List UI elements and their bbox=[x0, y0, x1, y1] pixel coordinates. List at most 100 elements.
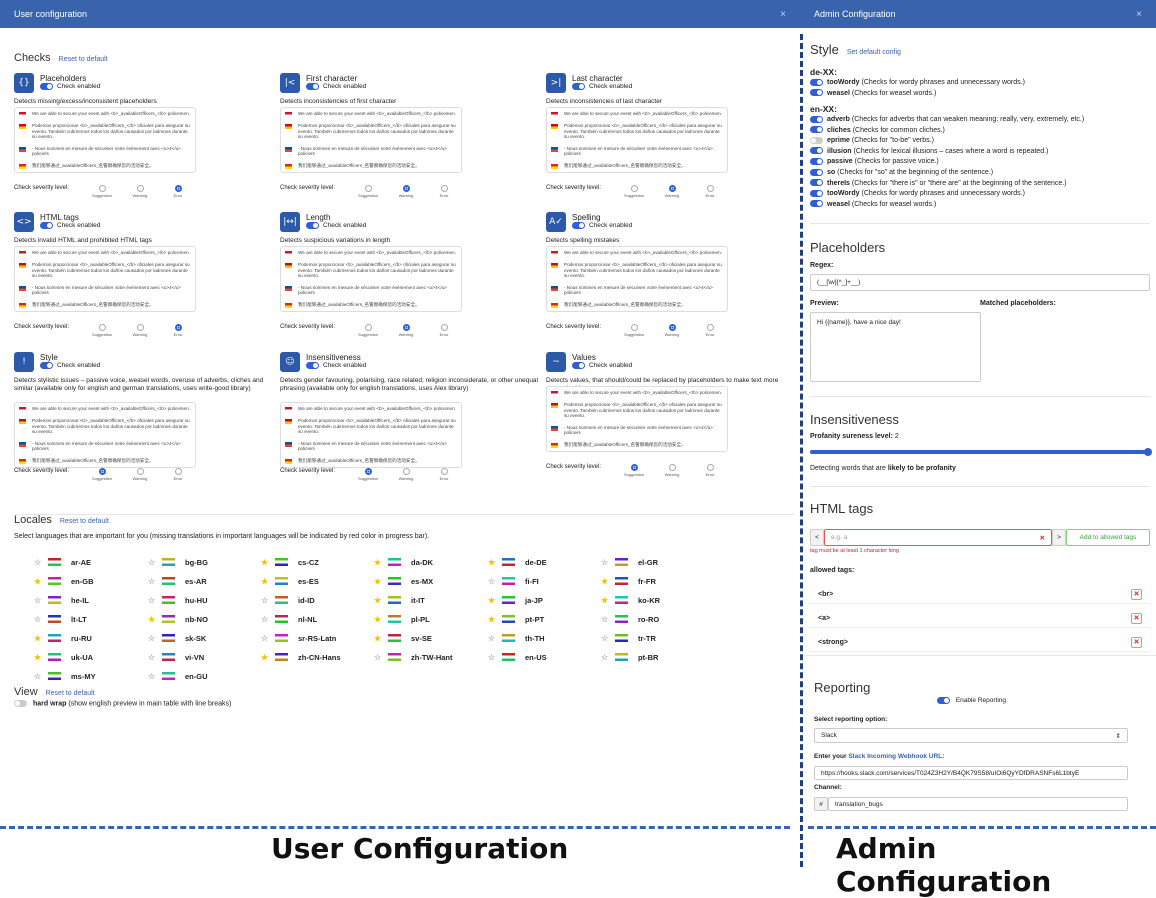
star-icon[interactable]: ☆ bbox=[148, 672, 158, 681]
severity-option-suggestion[interactable]: Suggestion bbox=[615, 464, 653, 477]
star-icon[interactable]: ☆ bbox=[261, 634, 271, 643]
radio-icon[interactable] bbox=[440, 468, 448, 475]
severity-option-suggestion[interactable]: Suggestion bbox=[83, 185, 121, 198]
severity-option-warning[interactable]: Warning bbox=[653, 464, 691, 477]
radio-icon[interactable] bbox=[98, 185, 106, 192]
hard-wrap-toggle[interactable] bbox=[14, 700, 27, 707]
radio-icon[interactable] bbox=[136, 185, 144, 192]
severity-option-suggestion[interactable]: Suggestion bbox=[349, 185, 387, 198]
rule-toggle[interactable] bbox=[810, 147, 823, 155]
locale-sk-sk[interactable]: ☆ sk-SK bbox=[148, 631, 260, 645]
star-icon[interactable]: ☆ bbox=[488, 634, 498, 643]
severity-option-warning[interactable]: Warning bbox=[653, 185, 691, 198]
locale-fr-fr[interactable]: ★ fr-FR bbox=[601, 574, 713, 588]
rule-toggle[interactable] bbox=[810, 158, 823, 166]
radio-icon[interactable] bbox=[706, 464, 714, 471]
enable-reporting-toggle[interactable] bbox=[937, 697, 950, 704]
chevron-left-icon[interactable]: < bbox=[810, 529, 824, 546]
locale-de-de[interactable]: ★ de-DE bbox=[488, 555, 600, 569]
clear-icon[interactable]: ✕ bbox=[1040, 534, 1045, 542]
radio-icon[interactable] bbox=[174, 324, 182, 331]
star-icon[interactable]: ★ bbox=[261, 558, 271, 567]
check-enabled-toggle[interactable] bbox=[306, 362, 319, 369]
channel-input[interactable]: translation_bugs bbox=[828, 797, 1128, 811]
rule-toggle[interactable] bbox=[810, 89, 823, 97]
star-icon[interactable]: ☆ bbox=[34, 596, 44, 605]
profanity-slider-handle[interactable] bbox=[1144, 448, 1152, 456]
check-enabled-toggle[interactable] bbox=[306, 83, 319, 90]
locale-es-ar[interactable]: ☆ es-AR bbox=[148, 574, 260, 588]
star-icon[interactable]: ★ bbox=[374, 558, 384, 567]
view-reset-link[interactable]: Reset to default bbox=[46, 690, 95, 697]
rule-toggle[interactable] bbox=[810, 179, 823, 187]
tag-input[interactable]: e.g. a ✕ bbox=[824, 529, 1052, 546]
radio-icon[interactable] bbox=[364, 468, 372, 475]
severity-option-suggestion[interactable]: Suggestion bbox=[615, 324, 653, 337]
locale-th-th[interactable]: ☆ th-TH bbox=[488, 631, 600, 645]
radio-icon[interactable] bbox=[402, 185, 410, 192]
severity-option-warning[interactable]: Warning bbox=[387, 324, 425, 337]
radio-icon[interactable] bbox=[668, 324, 676, 331]
locale-ja-jp[interactable]: ★ ja-JP bbox=[488, 593, 600, 607]
checks-reset-link[interactable]: Reset to default bbox=[59, 56, 108, 63]
check-enabled-toggle[interactable] bbox=[40, 362, 53, 369]
rule-toggle[interactable] bbox=[810, 115, 823, 123]
locale-en-gb[interactable]: ★ en-GB bbox=[34, 574, 146, 588]
locale-bg-bg[interactable]: ☆ bg-BG bbox=[148, 555, 260, 569]
severity-option-error[interactable]: Error bbox=[691, 324, 729, 337]
locale-hu-hu[interactable]: ☆ hu-HU bbox=[148, 593, 260, 607]
locale-el-gr[interactable]: ☆ el-GR bbox=[601, 555, 713, 569]
slack-webhook-link[interactable]: Slack Incoming Webhook URL bbox=[848, 753, 942, 760]
radio-icon[interactable] bbox=[668, 185, 676, 192]
star-icon[interactable]: ★ bbox=[261, 577, 271, 586]
close-icon[interactable]: × bbox=[780, 9, 786, 20]
star-icon[interactable]: ☆ bbox=[261, 596, 271, 605]
locale-cs-cz[interactable]: ★ cs-CZ bbox=[261, 555, 373, 569]
check-enabled-toggle[interactable] bbox=[572, 83, 585, 90]
star-icon[interactable]: ★ bbox=[374, 596, 384, 605]
star-icon[interactable]: ★ bbox=[34, 653, 44, 662]
locale-ko-kr[interactable]: ★ ko-KR bbox=[601, 593, 713, 607]
delete-icon[interactable]: ✕ bbox=[1131, 636, 1142, 648]
rule-toggle[interactable] bbox=[810, 78, 823, 86]
check-enabled-toggle[interactable] bbox=[40, 83, 53, 90]
locale-ro-ro[interactable]: ☆ ro-RO bbox=[601, 612, 713, 626]
check-enabled-toggle[interactable] bbox=[40, 222, 53, 229]
locale-tr-tr[interactable]: ☆ tr-TR bbox=[601, 631, 713, 645]
radio-icon[interactable] bbox=[706, 324, 714, 331]
severity-option-suggestion[interactable]: Suggestion bbox=[615, 185, 653, 198]
radio-icon[interactable] bbox=[402, 324, 410, 331]
radio-icon[interactable] bbox=[402, 468, 410, 475]
radio-icon[interactable] bbox=[630, 185, 638, 192]
severity-option-error[interactable]: Error bbox=[425, 468, 463, 481]
locale-it-it[interactable]: ★ it-IT bbox=[374, 593, 486, 607]
locale-uk-ua[interactable]: ★ uk-UA bbox=[34, 650, 146, 664]
star-icon[interactable]: ★ bbox=[601, 577, 611, 586]
radio-icon[interactable] bbox=[706, 185, 714, 192]
severity-option-error[interactable]: Error bbox=[425, 324, 463, 337]
locale-sv-se[interactable]: ★ sv-SE bbox=[374, 631, 486, 645]
locale-nl-nl[interactable]: ☆ nl-NL bbox=[261, 612, 373, 626]
rule-toggle[interactable] bbox=[810, 189, 823, 197]
radio-icon[interactable] bbox=[440, 324, 448, 331]
star-icon[interactable]: ☆ bbox=[601, 615, 611, 624]
check-enabled-toggle[interactable] bbox=[572, 222, 585, 229]
locales-reset-link[interactable]: Reset to default bbox=[60, 518, 109, 525]
severity-option-warning[interactable]: Warning bbox=[121, 324, 159, 337]
radio-icon[interactable] bbox=[136, 324, 144, 331]
rule-toggle[interactable] bbox=[810, 136, 823, 144]
radio-icon[interactable] bbox=[668, 464, 676, 471]
star-icon[interactable]: ☆ bbox=[488, 577, 498, 586]
severity-option-warning[interactable]: Warning bbox=[121, 185, 159, 198]
severity-option-suggestion[interactable]: Suggestion bbox=[83, 324, 121, 337]
star-icon[interactable]: ☆ bbox=[148, 634, 158, 643]
check-enabled-toggle[interactable] bbox=[572, 362, 585, 369]
radio-icon[interactable] bbox=[136, 468, 144, 475]
star-icon[interactable]: ★ bbox=[601, 596, 611, 605]
star-icon[interactable]: ☆ bbox=[374, 653, 384, 662]
locale-id-id[interactable]: ☆ id-ID bbox=[261, 593, 373, 607]
star-icon[interactable]: ☆ bbox=[601, 634, 611, 643]
delete-icon[interactable]: ✕ bbox=[1131, 588, 1142, 600]
star-icon[interactable]: ★ bbox=[488, 558, 498, 567]
radio-icon[interactable] bbox=[630, 324, 638, 331]
